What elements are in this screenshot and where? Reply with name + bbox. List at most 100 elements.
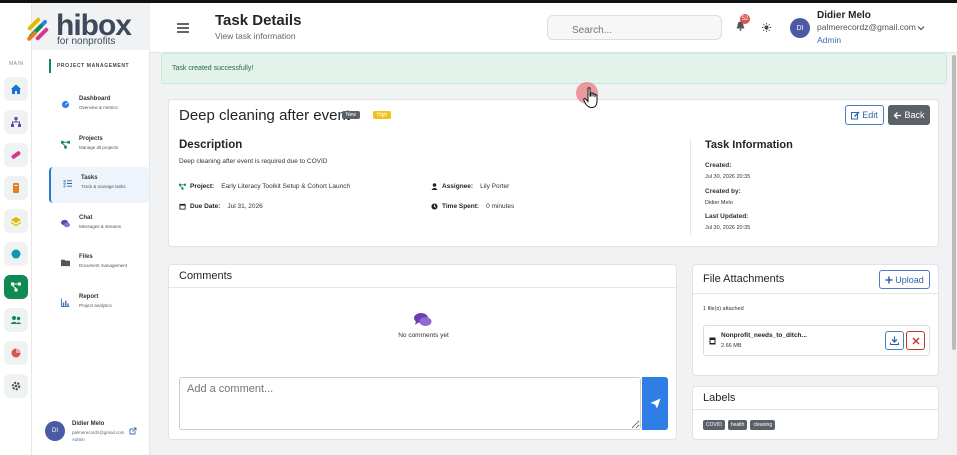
- attachment-size: 2.66 MB: [721, 343, 742, 349]
- task-info-heading: Task Information: [705, 139, 793, 151]
- hibox-logo[interactable]: hibox for nonprofits: [24, 9, 134, 47]
- due-date-meta: Due Date: Jul 31, 2026: [179, 203, 263, 210]
- labels-list: COVID health cleaning: [703, 420, 776, 430]
- theme-toggle-sun-icon[interactable]: [762, 23, 771, 32]
- header-avatar[interactable]: DI: [790, 18, 810, 38]
- icon-rail: MAIN: [0, 3, 32, 455]
- labels-card: Labels COVID health cleaning: [692, 386, 939, 440]
- dashboard-icon: [61, 100, 70, 109]
- sidebar-item-tasks[interactable]: Tasks Track & manage tasks: [49, 167, 149, 203]
- back-button[interactable]: Back: [888, 105, 930, 125]
- success-alert: Task created successfully!: [161, 53, 947, 84]
- project-icon: [179, 183, 186, 190]
- logo-mark-icon: [27, 17, 49, 41]
- rail-book-icon[interactable]: [4, 176, 28, 200]
- sidebar-user[interactable]: DI Didier Melo palmerecordz@gmail.com Ad…: [45, 421, 145, 451]
- top-header: Task Details View task information 52 DI…: [150, 3, 957, 53]
- edit-button-label: Edit: [862, 110, 878, 120]
- label-tag: health: [727, 420, 748, 430]
- rail-sitemap-icon[interactable]: [4, 110, 28, 134]
- page-scrollbar[interactable]: [951, 53, 957, 455]
- file-icon: [709, 337, 716, 345]
- assignee-label: Assignee:: [442, 183, 474, 190]
- back-button-label: Back: [904, 110, 925, 120]
- attachment-count: 1 file(s) attached: [703, 306, 744, 312]
- user-icon: [431, 183, 438, 190]
- edit-icon: [851, 111, 860, 119]
- comment-textarea[interactable]: [179, 377, 641, 430]
- status-badge: New: [342, 111, 361, 119]
- send-comment-button[interactable]: [642, 377, 668, 430]
- sidebar-item-chat[interactable]: Chat Messages & streams: [49, 207, 149, 243]
- rail-chart-pie-icon[interactable]: [4, 341, 28, 365]
- edit-button[interactable]: Edit: [845, 105, 884, 125]
- sidebar-item-report[interactable]: Report Project analytics: [49, 286, 149, 322]
- sidebar-item-sub: Document management: [79, 263, 128, 268]
- description-heading: Description: [179, 139, 243, 151]
- close-icon: [912, 337, 919, 344]
- due-date-value: Jul 31, 2026: [227, 203, 263, 210]
- external-link-icon[interactable]: [129, 427, 137, 435]
- sidebar-item-files[interactable]: Files Document management: [49, 246, 149, 282]
- calendar-icon: [179, 203, 186, 210]
- task-title: Deep cleaning after event: [179, 107, 350, 124]
- task-details-card: Deep cleaning after event New High Edit …: [168, 99, 939, 247]
- comments-heading: Comments: [179, 270, 233, 282]
- sidebar-item-sub: Track & manage tasks: [81, 184, 126, 189]
- file-attachments-card: File Attachments Upload 1 file(s) attach…: [692, 264, 939, 376]
- rail-pill-icon[interactable]: [4, 143, 28, 167]
- hamburger-menu-icon[interactable]: [177, 23, 189, 33]
- chevron-down-icon[interactable]: [917, 25, 925, 31]
- sidebar-item-sub: Messages & streams: [79, 224, 122, 229]
- rail-users-icon[interactable]: [4, 308, 28, 332]
- project-link[interactable]: Early Literacy Toolkit Setup & Cohort La…: [221, 183, 350, 190]
- sidebar-item-projects[interactable]: Projects Manage all projects: [49, 128, 149, 164]
- labels-heading: Labels: [703, 392, 736, 404]
- report-chart-icon: [61, 298, 70, 307]
- attachments-heading: File Attachments: [703, 273, 785, 285]
- rail-projects-icon[interactable]: [4, 275, 28, 299]
- delete-attachment-button[interactable]: [906, 331, 925, 350]
- download-icon: [890, 336, 899, 345]
- label-tag: COVID: [703, 420, 725, 430]
- sidebar-item-label: Report: [79, 294, 99, 300]
- created-value: Jul 30, 2026 20:35: [705, 174, 751, 180]
- comments-empty-icon: [414, 313, 432, 326]
- sidebar-item-label: Tasks: [81, 175, 98, 181]
- header-user-role: Admin: [817, 35, 842, 45]
- assignee-meta: Assignee: Lily Porter: [431, 183, 509, 190]
- chat-icon: [61, 219, 70, 228]
- created-by-value: Didier Melo: [705, 200, 733, 206]
- download-button[interactable]: [885, 331, 904, 350]
- sidebar-item-label: Files: [79, 254, 93, 260]
- sidebar-user-email: palmerecordz@gmail.com: [72, 430, 125, 435]
- folder-icon: [61, 259, 70, 267]
- sidebar-item-dashboard[interactable]: Dashboard Overview & metrics: [49, 88, 149, 124]
- upload-button[interactable]: Upload: [879, 270, 930, 289]
- created-by-label: Created by:: [705, 188, 741, 195]
- project-meta: Project: Early Literacy Toolkit Setup & …: [179, 183, 350, 190]
- rail-settings-icon[interactable]: [4, 374, 28, 398]
- rail-layers-icon[interactable]: [4, 209, 28, 233]
- header-user-name[interactable]: Didier Melo: [817, 10, 871, 21]
- avatar: DI: [45, 421, 65, 441]
- rail-main-label: MAIN: [9, 61, 24, 67]
- rail-circle-icon[interactable]: [4, 242, 28, 266]
- sidebar-user-name: Didier Melo: [72, 421, 105, 427]
- project-label: Project:: [190, 183, 215, 190]
- time-spent-meta: Time Spent: 0 minutes: [431, 203, 514, 210]
- updated-label: Last Updated:: [705, 213, 749, 220]
- attachment-filename[interactable]: Nonprofit_needs_to_ditch...: [721, 332, 807, 339]
- created-label: Created:: [705, 162, 732, 169]
- time-spent-value: 0 minutes: [486, 203, 515, 210]
- attachment-item[interactable]: Nonprofit_needs_to_ditch... 2.66 MB: [703, 325, 930, 356]
- time-spent-label: Time Spent:: [442, 203, 480, 210]
- scrollbar-thumb[interactable]: [952, 55, 956, 350]
- rail-home-icon[interactable]: [4, 77, 28, 101]
- search-input[interactable]: [547, 15, 722, 40]
- due-date-label: Due Date:: [190, 203, 221, 210]
- comments-card: Comments No comments yet: [168, 264, 677, 440]
- plus-icon: [885, 276, 893, 283]
- paper-plane-icon: [650, 398, 660, 409]
- divider: [690, 139, 691, 235]
